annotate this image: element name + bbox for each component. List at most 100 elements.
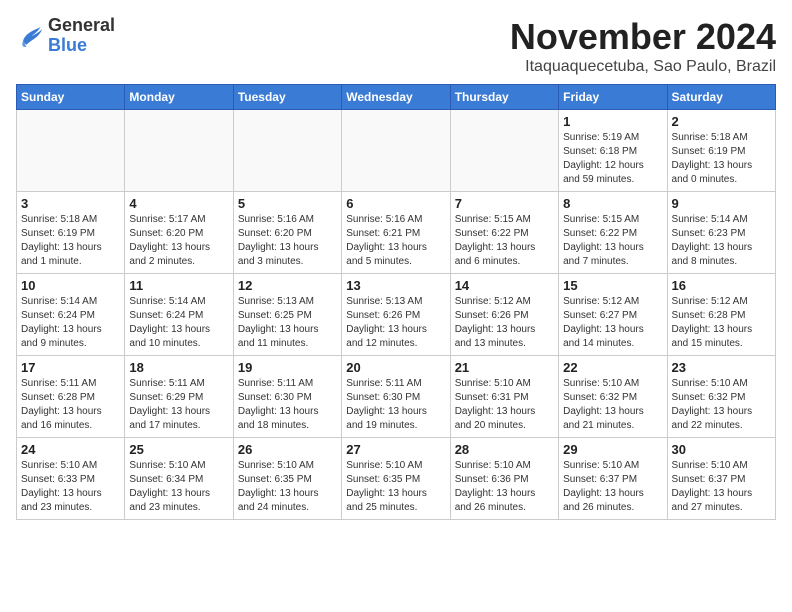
calendar-cell: 21 Sunrise: 5:10 AM Sunset: 6:31 PM Dayli… — [450, 356, 558, 438]
day-info: Sunrise: 5:14 AM Sunset: 6:24 PM Dayligh… — [21, 295, 120, 351]
day-number: 2 — [672, 114, 771, 129]
day-number: 18 — [129, 360, 228, 375]
day-info: Sunrise: 5:15 AM Sunset: 6:22 PM Dayligh… — [563, 213, 662, 269]
calendar-cell — [125, 110, 233, 192]
day-info: Sunrise: 5:19 AM Sunset: 6:18 PM Dayligh… — [563, 131, 662, 187]
calendar-cell — [342, 110, 450, 192]
calendar-cell: 14 Sunrise: 5:12 AM Sunset: 6:26 PM Dayli… — [450, 274, 558, 356]
day-number: 25 — [129, 442, 228, 457]
day-info: Sunrise: 5:10 AM Sunset: 6:32 PM Dayligh… — [672, 377, 771, 433]
calendar-cell: 26 Sunrise: 5:10 AM Sunset: 6:35 PM Dayli… — [233, 438, 341, 520]
weekday-header-wednesday: Wednesday — [342, 85, 450, 110]
calendar-cell: 23 Sunrise: 5:10 AM Sunset: 6:32 PM Dayli… — [667, 356, 775, 438]
day-info: Sunrise: 5:10 AM Sunset: 6:32 PM Dayligh… — [563, 377, 662, 433]
location-text: Itaquaquecetuba, Sao Paulo, Brazil — [510, 58, 776, 76]
week-row-5: 24 Sunrise: 5:10 AM Sunset: 6:33 PM Dayli… — [17, 438, 776, 520]
day-info: Sunrise: 5:11 AM Sunset: 6:28 PM Dayligh… — [21, 377, 120, 433]
day-number: 21 — [455, 360, 554, 375]
day-info: Sunrise: 5:11 AM Sunset: 6:29 PM Dayligh… — [129, 377, 228, 433]
day-number: 7 — [455, 196, 554, 211]
calendar-cell: 1 Sunrise: 5:19 AM Sunset: 6:18 PM Daylig… — [559, 110, 667, 192]
day-number: 1 — [563, 114, 662, 129]
day-info: Sunrise: 5:11 AM Sunset: 6:30 PM Dayligh… — [238, 377, 337, 433]
day-info: Sunrise: 5:10 AM Sunset: 6:35 PM Dayligh… — [346, 459, 445, 515]
weekday-header-row: SundayMondayTuesdayWednesdayThursdayFrid… — [17, 85, 776, 110]
calendar-cell — [233, 110, 341, 192]
calendar-cell — [450, 110, 558, 192]
day-info: Sunrise: 5:15 AM Sunset: 6:22 PM Dayligh… — [455, 213, 554, 269]
weekday-header-saturday: Saturday — [667, 85, 775, 110]
logo-bird-icon — [16, 22, 44, 50]
calendar-cell: 17 Sunrise: 5:11 AM Sunset: 6:28 PM Dayli… — [17, 356, 125, 438]
weekday-header-sunday: Sunday — [17, 85, 125, 110]
calendar-cell: 7 Sunrise: 5:15 AM Sunset: 6:22 PM Daylig… — [450, 192, 558, 274]
day-number: 9 — [672, 196, 771, 211]
calendar-cell: 18 Sunrise: 5:11 AM Sunset: 6:29 PM Dayli… — [125, 356, 233, 438]
weekday-header-tuesday: Tuesday — [233, 85, 341, 110]
calendar-cell: 28Sunrise: 5:10 AM Sunset: 6:36 PM Dayli… — [450, 438, 558, 520]
calendar-cell: 20 Sunrise: 5:11 AM Sunset: 6:30 PM Dayli… — [342, 356, 450, 438]
day-number: 4 — [129, 196, 228, 211]
day-number: 24 — [21, 442, 120, 457]
weekday-header-friday: Friday — [559, 85, 667, 110]
calendar-cell: 29 Sunrise: 5:10 AM Sunset: 6:37 PM Dayli… — [559, 438, 667, 520]
calendar-cell: 22 Sunrise: 5:10 AM Sunset: 6:32 PM Dayli… — [559, 356, 667, 438]
day-number: 6 — [346, 196, 445, 211]
day-info: Sunrise: 5:16 AM Sunset: 6:20 PM Dayligh… — [238, 213, 337, 269]
week-row-1: 1 Sunrise: 5:19 AM Sunset: 6:18 PM Daylig… — [17, 110, 776, 192]
month-title: November 2024 — [510, 16, 776, 58]
day-number: 3 — [21, 196, 120, 211]
calendar-cell — [17, 110, 125, 192]
calendar-cell: 25Sunrise: 5:10 AM Sunset: 6:34 PM Dayli… — [125, 438, 233, 520]
calendar-cell: 24 Sunrise: 5:10 AM Sunset: 6:33 PM Dayli… — [17, 438, 125, 520]
page-header: General Blue November 2024 Itaquaquecetu… — [16, 16, 776, 76]
title-block: November 2024 Itaquaquecetuba, Sao Paulo… — [510, 16, 776, 76]
day-number: 22 — [563, 360, 662, 375]
day-number: 16 — [672, 278, 771, 293]
calendar-cell: 15 Sunrise: 5:12 AM Sunset: 6:27 PM Dayli… — [559, 274, 667, 356]
day-number: 8 — [563, 196, 662, 211]
day-number: 15 — [563, 278, 662, 293]
day-info: Sunrise: 5:12 AM Sunset: 6:26 PM Dayligh… — [455, 295, 554, 351]
calendar-cell: 16 Sunrise: 5:12 AM Sunset: 6:28 PM Dayli… — [667, 274, 775, 356]
day-info: Sunrise: 5:11 AM Sunset: 6:30 PM Dayligh… — [346, 377, 445, 433]
day-number: 13 — [346, 278, 445, 293]
day-number: 19 — [238, 360, 337, 375]
day-number: 29 — [563, 442, 662, 457]
day-info: Sunrise: 5:10 AM Sunset: 6:33 PM Dayligh… — [21, 459, 120, 515]
calendar-cell: 11Sunrise: 5:14 AM Sunset: 6:24 PM Dayli… — [125, 274, 233, 356]
calendar-cell: 12Sunrise: 5:13 AM Sunset: 6:25 PM Dayli… — [233, 274, 341, 356]
calendar-cell: 30Sunrise: 5:10 AM Sunset: 6:37 PM Dayli… — [667, 438, 775, 520]
day-info: Sunrise: 5:10 AM Sunset: 6:31 PM Dayligh… — [455, 377, 554, 433]
day-number: 14 — [455, 278, 554, 293]
day-number: 10 — [21, 278, 120, 293]
calendar-cell: 13 Sunrise: 5:13 AM Sunset: 6:26 PM Dayli… — [342, 274, 450, 356]
week-row-2: 3 Sunrise: 5:18 AM Sunset: 6:19 PM Daylig… — [17, 192, 776, 274]
day-info: Sunrise: 5:12 AM Sunset: 6:27 PM Dayligh… — [563, 295, 662, 351]
calendar-table: SundayMondayTuesdayWednesdayThursdayFrid… — [16, 84, 776, 520]
day-info: Sunrise: 5:10 AM Sunset: 6:35 PM Dayligh… — [238, 459, 337, 515]
day-number: 28 — [455, 442, 554, 457]
calendar-cell: 27Sunrise: 5:10 AM Sunset: 6:35 PM Dayli… — [342, 438, 450, 520]
calendar-cell: 3 Sunrise: 5:18 AM Sunset: 6:19 PM Daylig… — [17, 192, 125, 274]
day-number: 17 — [21, 360, 120, 375]
day-info: Sunrise: 5:18 AM Sunset: 6:19 PM Dayligh… — [21, 213, 120, 269]
day-number: 26 — [238, 442, 337, 457]
day-info: Sunrise: 5:12 AM Sunset: 6:28 PM Dayligh… — [672, 295, 771, 351]
calendar-cell: 19 Sunrise: 5:11 AM Sunset: 6:30 PM Dayli… — [233, 356, 341, 438]
day-info: Sunrise: 5:17 AM Sunset: 6:20 PM Dayligh… — [129, 213, 228, 269]
day-number: 23 — [672, 360, 771, 375]
logo-general-text: General — [48, 15, 115, 35]
calendar-cell: 6 Sunrise: 5:16 AM Sunset: 6:21 PM Daylig… — [342, 192, 450, 274]
calendar-cell: 8 Sunrise: 5:15 AM Sunset: 6:22 PM Daylig… — [559, 192, 667, 274]
week-row-4: 17 Sunrise: 5:11 AM Sunset: 6:28 PM Dayli… — [17, 356, 776, 438]
day-info: Sunrise: 5:16 AM Sunset: 6:21 PM Dayligh… — [346, 213, 445, 269]
weekday-header-monday: Monday — [125, 85, 233, 110]
logo-blue-text: Blue — [48, 35, 87, 55]
week-row-3: 10 Sunrise: 5:14 AM Sunset: 6:24 PM Dayli… — [17, 274, 776, 356]
day-info: Sunrise: 5:13 AM Sunset: 6:26 PM Dayligh… — [346, 295, 445, 351]
calendar-cell: 4 Sunrise: 5:17 AM Sunset: 6:20 PM Daylig… — [125, 192, 233, 274]
day-info: Sunrise: 5:14 AM Sunset: 6:23 PM Dayligh… — [672, 213, 771, 269]
day-number: 20 — [346, 360, 445, 375]
day-info: Sunrise: 5:10 AM Sunset: 6:37 PM Dayligh… — [563, 459, 662, 515]
